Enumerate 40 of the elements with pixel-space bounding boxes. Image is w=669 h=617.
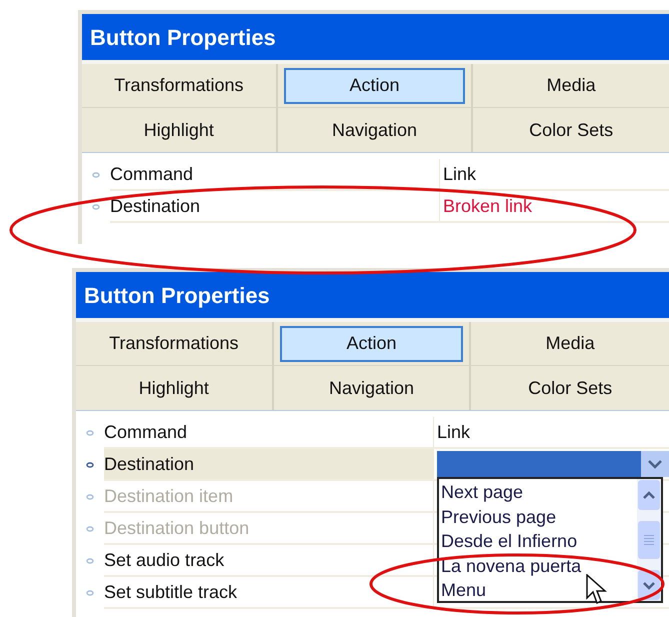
dropdown-option[interactable]: La novena puerta: [441, 554, 637, 578]
bullet-icon: [86, 462, 94, 468]
tab[interactable]: Color Sets: [477, 370, 663, 406]
dropdown-option[interactable]: Desde el Infierno: [441, 529, 637, 554]
scroll-thumb-icon[interactable]: [638, 521, 660, 559]
property-value: Link: [443, 162, 476, 186]
dropdown-option[interactable]: Previous page: [441, 504, 637, 529]
tab[interactable]: Navigation: [280, 370, 464, 406]
property-name[interactable]: Set subtitle track: [104, 577, 434, 607]
dropdown-option[interactable]: Next page: [441, 480, 637, 504]
bullet-icon: [86, 494, 94, 500]
dropdown-field[interactable]: [437, 451, 641, 477]
tab[interactable]: Media: [479, 68, 663, 104]
property-name[interactable]: Set audio track: [104, 545, 434, 575]
tab[interactable]: Highlight: [82, 370, 266, 406]
tab[interactable]: Color Sets: [479, 112, 663, 148]
scroll-up-icon[interactable]: [638, 480, 660, 510]
bullet-icon: [92, 172, 100, 178]
bullet-icon: [92, 204, 100, 210]
property-name[interactable]: Destination: [104, 449, 434, 479]
bullet-icon: [86, 558, 94, 564]
scrollbar[interactable]: [637, 479, 661, 601]
tab[interactable]: Transformations: [82, 326, 266, 362]
panel-title: Button Properties: [90, 24, 276, 52]
tab[interactable]: Action: [284, 68, 466, 104]
property-name[interactable]: Command: [110, 159, 440, 189]
property-name[interactable]: Destination: [110, 191, 440, 221]
panel-title: Button Properties: [84, 282, 270, 310]
bullet-icon: [86, 526, 94, 532]
property-value: Link: [437, 420, 470, 444]
bullet-icon: [86, 430, 94, 436]
tab[interactable]: Action: [280, 326, 464, 362]
tab[interactable]: Transformations: [88, 68, 270, 104]
property-name[interactable]: Command: [104, 417, 434, 447]
bullet-icon: [86, 590, 94, 596]
tab[interactable]: Highlight: [88, 112, 270, 148]
dropdown-option[interactable]: Menu: [441, 578, 637, 602]
tab[interactable]: Media: [477, 326, 663, 362]
tab[interactable]: Navigation: [284, 112, 466, 148]
property-value: Broken link: [443, 194, 532, 218]
